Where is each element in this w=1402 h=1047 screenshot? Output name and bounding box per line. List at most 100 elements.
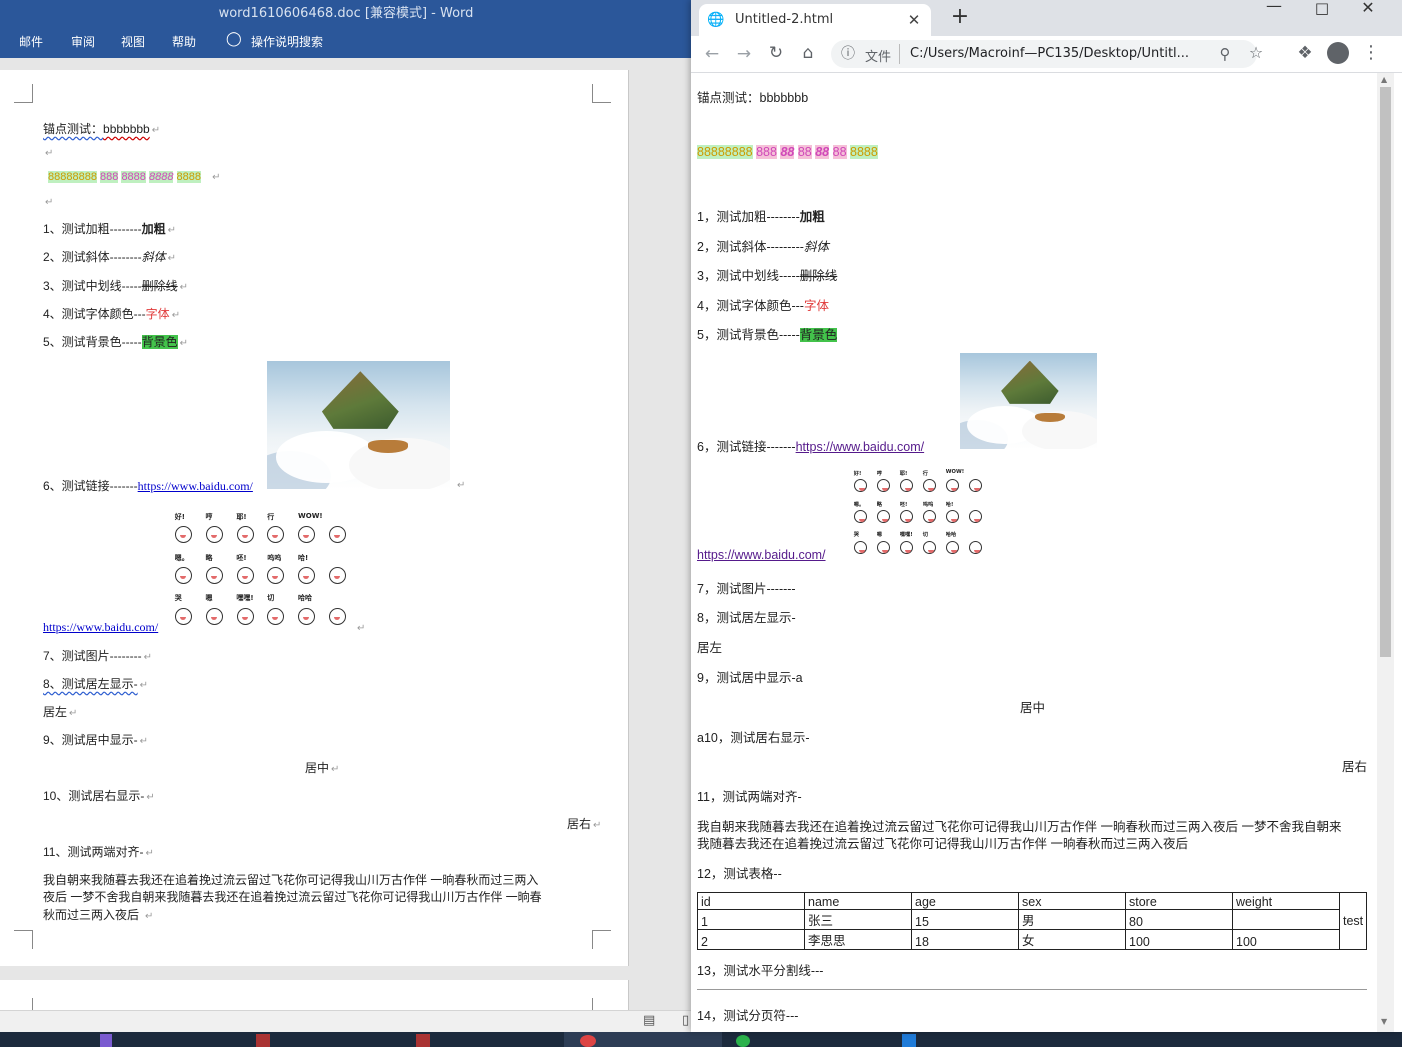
word-bold-line: 1、测试加粗--------加粗 ↵ (43, 222, 177, 236)
sticker-face (899, 540, 914, 554)
reload-icon[interactable]: ↻ (765, 43, 787, 63)
table-header-cell: weight (1232, 892, 1340, 910)
wechat-taskbar-icon[interactable] (736, 1035, 750, 1047)
hr-label: 13，测试水平分割线--- (697, 964, 824, 978)
home-icon[interactable]: ⌂ (797, 43, 819, 63)
sticker-caption: WOW! (298, 512, 323, 520)
close-tab-icon[interactable]: ✕ (903, 10, 925, 30)
scroll-down-arrow-icon[interactable]: ▼ (1381, 1017, 1387, 1026)
sticker-face (945, 540, 960, 554)
word-status-bar: ▤ ▯ (0, 1010, 692, 1033)
sticker-face (267, 526, 285, 544)
app-taskbar-icon[interactable] (902, 1034, 916, 1047)
word-page-2[interactable] (0, 980, 629, 1010)
profile-avatar-icon[interactable] (1327, 42, 1349, 64)
sticker-caption: 嘿嘿! (236, 594, 254, 603)
link-line: 6，测试链接-------https://www.baidu.com/ (697, 440, 925, 454)
chrome-taskbar-icon[interactable] (580, 1035, 596, 1047)
sticker-face (329, 607, 347, 625)
word-justify-line-2: 夜后 一梦不舍我自朝来我随暮去我还在追着挽过流云留过飞花你可记得我山川万古作伴 … (43, 890, 542, 904)
pagebreak-label: 14，测试分页符--- (697, 1009, 799, 1023)
scroll-up-arrow-icon[interactable]: ▲ (1381, 75, 1387, 84)
bookmark-star-icon[interactable]: ☆ (1245, 43, 1267, 63)
sticker-caption: 嗯。 (853, 501, 865, 508)
sticker-caption: 呜呜 (922, 501, 934, 508)
zoom-icon[interactable]: ⚲ (1214, 44, 1236, 64)
word-link[interactable]: https://www.baidu.com/ (138, 479, 253, 493)
word-strike-line: 3、测试中划线-----删除线 ↵ (43, 279, 189, 293)
anchor-line: 锚点测试：bbbbbbb (697, 91, 809, 105)
minimize-icon[interactable]: — (1263, 0, 1285, 16)
sticker-grid-image: 好! 哼 耶! 行 WOW! 嗯。 略 呸! 呜呜 哈! 哭 嗯 嘿嘿! 切 哈哈 (167, 510, 352, 632)
back-icon[interactable]: ← (701, 44, 723, 64)
margin-corner-bl (14, 930, 33, 949)
url-text[interactable]: C:/Users/Macroinf—PC135/Desktop/Untitl..… (910, 46, 1189, 61)
word-left-value: 居左 ↵ (43, 705, 78, 719)
extensions-icon[interactable]: ❖ (1294, 43, 1316, 63)
sticker-face (853, 479, 868, 493)
word-link-2[interactable]: https://www.baidu.com/ (43, 620, 158, 634)
table-header-cell: name (804, 892, 912, 910)
sticker-caption: 哼 (876, 471, 882, 477)
page-viewport[interactable]: 锚点测试：bbbbbbb 88888888 888 88 88 88 88 88… (691, 73, 1377, 1032)
browser-tab[interactable]: 🌐 Untitled-2.html ✕ (699, 4, 931, 36)
menu-kebab-icon[interactable]: ⋮ (1360, 43, 1382, 63)
maximize-icon[interactable]: □ (1311, 0, 1333, 18)
color-line: 4，测试字体颜色---字体 (697, 299, 829, 313)
table-header-cell: age (911, 892, 1019, 910)
word-title-bar: word1610606468.doc [兼容模式] - Word (0, 0, 692, 22)
sticker-face (174, 566, 192, 584)
print-layout-icon[interactable]: ▯ (682, 1013, 689, 1028)
margin-corner-br (592, 930, 611, 949)
strike-line: 3，测试中划线-----删除线 (697, 269, 838, 283)
word-center-label: 9、测试居中显示- ↵ (43, 733, 149, 747)
justify-label: 11，测试两端对齐- (697, 790, 802, 804)
word-link-line: 6、测试链接-------https://www.baidu.com/ (43, 479, 253, 493)
ribbon-tab-mailings[interactable]: 邮件 (19, 33, 43, 50)
globe-icon: 🌐 (707, 12, 725, 28)
data-table-wrap: id name age sex store weight test 1 张三 1… (697, 892, 1368, 950)
table-cell (1232, 909, 1340, 930)
url-scheme-label: 文件 (865, 50, 892, 65)
sticker-face (876, 509, 891, 524)
app-taskbar-icon[interactable] (256, 1034, 270, 1047)
sticker-caption: WOW! (945, 469, 965, 475)
app-taskbar-icon[interactable] (416, 1034, 430, 1047)
lightbulb-icon: ◯ (226, 31, 242, 47)
info-icon[interactable]: ⓘ (837, 44, 859, 64)
vertical-scrollbar[interactable]: ▲ ▼ (1377, 73, 1394, 1032)
forward-icon[interactable]: → (733, 44, 755, 64)
address-bar[interactable]: ⓘ 文件 C:/Users/Macroinf—PC135/Desktop/Unt… (831, 40, 1263, 68)
baidu-link-2[interactable]: https://www.baidu.com/ (697, 548, 826, 562)
ribbon-tab-help[interactable]: 帮助 (172, 33, 196, 50)
sticker-caption: 切 (922, 532, 928, 539)
left-label: 8，测试居左显示- (697, 611, 796, 625)
sticker-face (968, 509, 983, 524)
word-page[interactable]: 锚点测试：bbbbbbb ↵ ↵ 88888888 888 8888 8888 8… (0, 70, 629, 966)
paragraph-mark: ↵ (45, 197, 54, 208)
tell-me-search[interactable]: 操作说明搜索 (251, 33, 323, 50)
sticker-face (968, 540, 983, 554)
word-center-value: 居中 ↵ (305, 761, 340, 775)
ribbon-tab-view[interactable]: 视图 (121, 33, 145, 50)
vs-taskbar-icon[interactable] (100, 1034, 112, 1047)
baidu-link[interactable]: https://www.baidu.com/ (796, 440, 925, 454)
word-right-label: 10、测试居右显示- ↵ (43, 789, 155, 803)
ribbon-tab-review[interactable]: 审阅 (71, 33, 95, 50)
floating-island-image (267, 361, 450, 489)
close-window-icon[interactable]: ✕ (1357, 0, 1379, 18)
read-mode-icon[interactable]: ▤ (643, 1013, 655, 1028)
sticker-face (329, 526, 347, 544)
scrollbar-thumb[interactable] (1380, 87, 1391, 657)
margin-corner-tr (592, 998, 611, 1010)
sticker-caption: 呸! (236, 553, 247, 562)
new-tab-icon[interactable]: + (949, 6, 971, 28)
sticker-face (298, 526, 316, 544)
word-color-line: 4、测试字体颜色---字体 ↵ (43, 307, 181, 321)
sticker-face (267, 566, 285, 584)
horizontal-rule (697, 989, 1367, 990)
word-justify-line-1: 我自朝来我随暮去我还在追着挽过流云留过飞花你可记得我山川万古作伴 一晌春秋而过三… (43, 873, 539, 887)
sticker-face (899, 509, 914, 524)
floating-island-image (960, 353, 1097, 449)
word-document-canvas[interactable]: 锚点测试：bbbbbbb ↵ ↵ 88888888 888 8888 8888 8… (0, 58, 692, 1010)
